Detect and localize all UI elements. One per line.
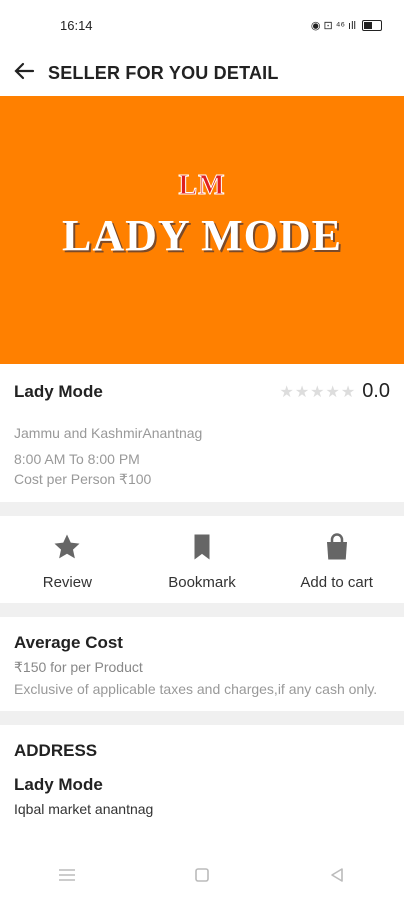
review-button[interactable]: Review: [7, 532, 127, 591]
average-cost-title: Average Cost: [14, 633, 123, 652]
status-icons-text: ◉ ⊡ ⁴⁶ ıll: [310, 19, 356, 32]
rating: ★★★★★ 0.0: [279, 380, 390, 403]
bookmark-icon: [194, 534, 210, 560]
divider: [0, 502, 404, 516]
status-icons: ◉ ⊡ ⁴⁶ ıll: [311, 19, 382, 32]
back-arrow-icon[interactable]: [12, 59, 48, 87]
recent-apps-icon[interactable]: [52, 860, 82, 890]
average-cost-price: ₹150 for per Product: [14, 659, 143, 675]
page-title: SELLER FOR YOU DETAIL: [48, 62, 279, 83]
rating-stars-icon: ★★★★★: [279, 383, 357, 401]
shop-hours: 8:00 AM To 8:00 PM: [14, 451, 140, 467]
address-shop-name: Lady Mode: [14, 775, 103, 794]
add-to-cart-button[interactable]: Add to cart: [277, 532, 397, 591]
rating-value: 0.0: [362, 380, 390, 402]
add-to-cart-label: Add to cart: [300, 574, 373, 591]
shop-info: Lady Mode ★★★★★ 0.0 Jammu and KashmirAna…: [0, 364, 404, 502]
home-icon[interactable]: [187, 860, 217, 890]
divider: [0, 603, 404, 617]
status-time: 16:14: [60, 17, 93, 33]
address-section: ADDRESS Lady Mode Iqbal market anantnag: [0, 725, 404, 817]
banner-logo-small: LM: [178, 169, 226, 201]
shop-location: Jammu and KashmirAnantnag: [14, 425, 203, 441]
action-bar: Review Bookmark Add to cart: [0, 516, 404, 603]
banner-logo-big: LADY MODE: [62, 210, 342, 260]
shopping-bag-icon: [326, 533, 347, 560]
battery-icon: [362, 19, 382, 31]
bookmark-button[interactable]: Bookmark: [142, 532, 262, 591]
review-label: Review: [42, 574, 92, 591]
system-nav-bar: [0, 850, 404, 900]
divider: [0, 711, 404, 725]
cost-per-person: Cost per Person ₹100: [14, 471, 152, 487]
shop-banner: LM LADY MODE: [0, 96, 404, 364]
top-bar: SELLER FOR YOU DETAIL: [0, 50, 404, 96]
average-cost-note: Exclusive of applicable taxes and charge…: [14, 681, 378, 697]
status-bar: 16:14 ◉ ⊡ ⁴⁶ ıll: [0, 0, 404, 50]
address-line: Iqbal market anantnag: [14, 801, 154, 817]
address-title: ADDRESS: [14, 741, 98, 760]
star-icon: [54, 534, 80, 559]
back-nav-icon[interactable]: [322, 860, 352, 890]
shop-name: Lady Mode: [14, 381, 103, 401]
bookmark-label: Bookmark: [168, 574, 236, 591]
average-cost-section: Average Cost ₹150 for per Product Exclus…: [0, 617, 404, 711]
